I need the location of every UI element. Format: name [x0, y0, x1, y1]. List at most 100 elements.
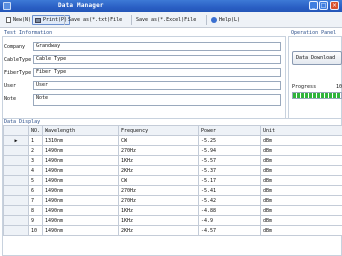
- progress-bar-fill: [293, 93, 341, 98]
- cell-wavelength[interactable]: 1490nm: [42, 205, 119, 216]
- data-download-button[interactable]: Data Download: [292, 51, 342, 65]
- row-selector[interactable]: [3, 155, 29, 166]
- user-field[interactable]: User: [33, 81, 281, 90]
- cell-wavelength[interactable]: 1310nm: [42, 135, 119, 146]
- data-grid: NO. Wavelength Frequency Power Unit ▶ 1 13…: [3, 125, 342, 236]
- cell-unit[interactable]: dBm: [260, 165, 342, 176]
- table-row[interactable]: 10 1490nm 2KHz -4.57 dBm: [3, 225, 342, 236]
- cell-power[interactable]: -4.9: [198, 215, 261, 226]
- save-excel-button[interactable]: Save as(*.Excel)File: [134, 15, 198, 25]
- cell-wavelength[interactable]: 1490nm: [42, 185, 119, 196]
- table-row[interactable]: 4 1490nm 2KHz -5.37 dBm: [3, 165, 342, 176]
- table-row[interactable]: 3 1490nm 1KHz -5.57 dBm: [3, 155, 342, 166]
- column-header-unit[interactable]: Unit: [260, 125, 342, 136]
- table-row[interactable]: 8 1490nm 1KHz -4.88 dBm: [3, 205, 342, 216]
- maximize-button[interactable]: □: [319, 1, 328, 10]
- cell-no[interactable]: 9: [28, 215, 43, 226]
- row-selector[interactable]: [3, 165, 29, 176]
- table-row[interactable]: 2 1490nm 270Hz -5.94 dBm: [3, 145, 342, 156]
- cell-power[interactable]: -4.57: [198, 225, 261, 236]
- cell-frequency[interactable]: 1KHz: [118, 205, 199, 216]
- cell-no[interactable]: 1: [28, 135, 43, 146]
- cell-frequency[interactable]: 1KHz: [118, 215, 199, 226]
- cell-wavelength[interactable]: 1490nm: [42, 145, 119, 156]
- cell-power[interactable]: -4.88: [198, 205, 261, 216]
- note-field[interactable]: Note: [33, 94, 281, 106]
- table-row[interactable]: 5 1490nm CW -5.17 dBm: [3, 175, 342, 186]
- cell-no[interactable]: 4: [28, 165, 43, 176]
- cell-power[interactable]: -5.41: [198, 185, 261, 196]
- cell-power[interactable]: -5.42: [198, 195, 261, 206]
- new-label: New(N): [13, 17, 32, 23]
- cell-no[interactable]: 2: [28, 145, 43, 156]
- progress-value: 10: [336, 84, 342, 90]
- cell-power[interactable]: -5.94: [198, 145, 261, 156]
- table-row[interactable]: 6 1490nm 270Hz -5.41 dBm: [3, 185, 342, 196]
- cell-unit[interactable]: dBm: [260, 215, 342, 226]
- cell-frequency[interactable]: 2KHz: [118, 225, 199, 236]
- row-selector[interactable]: [3, 205, 29, 216]
- cell-frequency[interactable]: 270Hz: [118, 145, 199, 156]
- close-button[interactable]: ×: [330, 1, 339, 10]
- cell-wavelength[interactable]: 1490nm: [42, 225, 119, 236]
- cell-frequency[interactable]: 270Hz: [118, 195, 199, 206]
- title-bar[interactable]: Data Manager _ □ ×: [0, 0, 342, 12]
- cell-frequency[interactable]: 2KHz: [118, 165, 199, 176]
- cell-wavelength[interactable]: 1490nm: [42, 165, 119, 176]
- cell-unit[interactable]: dBm: [260, 205, 342, 216]
- cell-frequency[interactable]: 270Hz: [118, 185, 199, 196]
- cell-no[interactable]: 3: [28, 155, 43, 166]
- table-row[interactable]: 7 1490nm 270Hz -5.42 dBm: [3, 195, 342, 206]
- cable-type-field[interactable]: Cable Type: [33, 55, 281, 64]
- new-button[interactable]: New(N): [4, 15, 33, 25]
- note-label: Note: [4, 96, 17, 102]
- cell-no[interactable]: 10: [28, 225, 43, 236]
- cell-unit[interactable]: dBm: [260, 175, 342, 186]
- grid-header-row: NO. Wavelength Frequency Power Unit: [3, 125, 342, 136]
- toolbar: New(N) Print(P) Save as(*.txt)File Save …: [0, 12, 342, 28]
- cell-unit[interactable]: dBm: [260, 225, 342, 236]
- cell-frequency[interactable]: CW: [118, 175, 199, 186]
- toolbar-separator: [131, 15, 132, 25]
- cell-unit[interactable]: dBm: [260, 155, 342, 166]
- row-selector[interactable]: [3, 195, 29, 206]
- minimize-button[interactable]: _: [309, 1, 318, 10]
- save-txt-button[interactable]: Save as(*.txt)File: [66, 15, 124, 25]
- row-selector[interactable]: ▶: [3, 135, 29, 146]
- column-header-no[interactable]: NO.: [28, 125, 43, 136]
- save-excel-label: Save as(*.Excel)File: [136, 17, 197, 23]
- column-header-wavelength[interactable]: Wavelength: [42, 125, 119, 136]
- cell-unit[interactable]: dBm: [260, 195, 342, 206]
- cell-wavelength[interactable]: 1490nm: [42, 155, 119, 166]
- table-row[interactable]: 9 1490nm 1KHz -4.9 dBm: [3, 215, 342, 226]
- row-selector[interactable]: [3, 225, 29, 236]
- row-selector[interactable]: [3, 185, 29, 196]
- column-header-frequency[interactable]: Frequency: [118, 125, 199, 136]
- row-selector[interactable]: [3, 215, 29, 226]
- cell-unit[interactable]: dBm: [260, 145, 342, 156]
- row-selector[interactable]: [3, 175, 29, 186]
- cell-frequency[interactable]: 1KHz: [118, 155, 199, 166]
- cell-no[interactable]: 6: [28, 185, 43, 196]
- column-header-power[interactable]: Power: [198, 125, 261, 136]
- cell-wavelength[interactable]: 1490nm: [42, 175, 119, 186]
- cell-wavelength[interactable]: 1490nm: [42, 215, 119, 226]
- window-title: Data Manager: [58, 2, 104, 9]
- help-button[interactable]: Help(L): [209, 15, 242, 25]
- cell-power[interactable]: -5.25: [198, 135, 261, 146]
- company-field[interactable]: Grandway: [33, 42, 281, 51]
- row-selector[interactable]: [3, 145, 29, 156]
- help-icon: [211, 17, 217, 23]
- fiber-type-field[interactable]: Fiber Type: [33, 68, 281, 77]
- cell-power[interactable]: -5.37: [198, 165, 261, 176]
- cell-frequency[interactable]: CW: [118, 135, 199, 146]
- cell-power[interactable]: -5.17: [198, 175, 261, 186]
- cell-unit[interactable]: dBm: [260, 185, 342, 196]
- cell-power[interactable]: -5.57: [198, 155, 261, 166]
- cell-unit[interactable]: dBm: [260, 135, 342, 146]
- cell-no[interactable]: 8: [28, 205, 43, 216]
- cell-no[interactable]: 7: [28, 195, 43, 206]
- cell-no[interactable]: 5: [28, 175, 43, 186]
- cell-wavelength[interactable]: 1490nm: [42, 195, 119, 206]
- table-row[interactable]: ▶ 1 1310nm CW -5.25 dBm: [3, 135, 342, 146]
